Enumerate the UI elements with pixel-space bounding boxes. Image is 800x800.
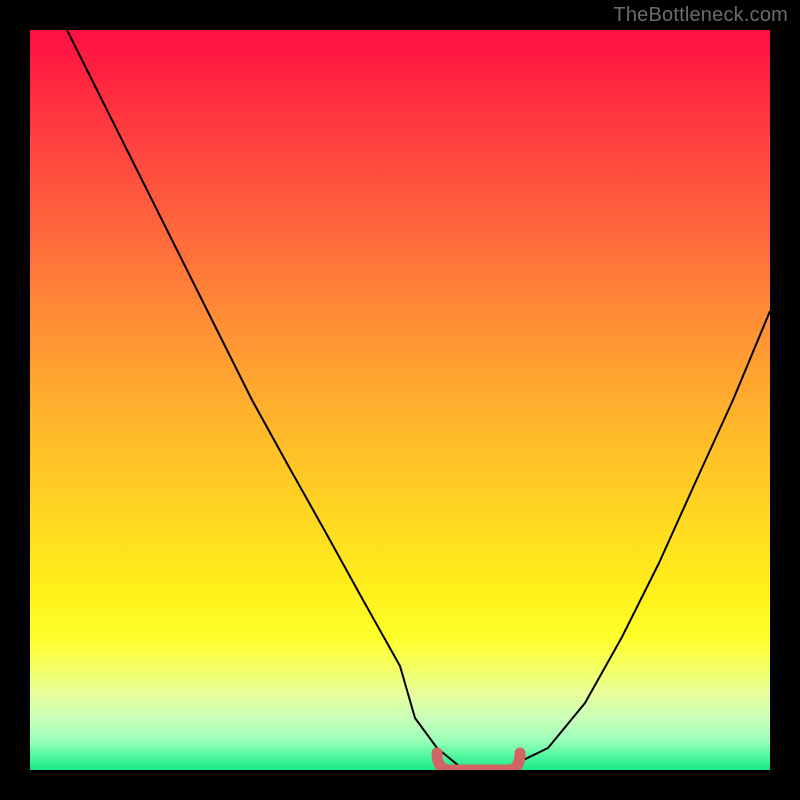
chart-plot-area	[30, 30, 770, 770]
curve-path	[67, 30, 770, 770]
chart-frame: TheBottleneck.com	[0, 0, 800, 800]
optimal-range-marker	[437, 753, 520, 770]
bottleneck-curve	[30, 30, 770, 770]
watermark-text: TheBottleneck.com	[613, 4, 788, 27]
